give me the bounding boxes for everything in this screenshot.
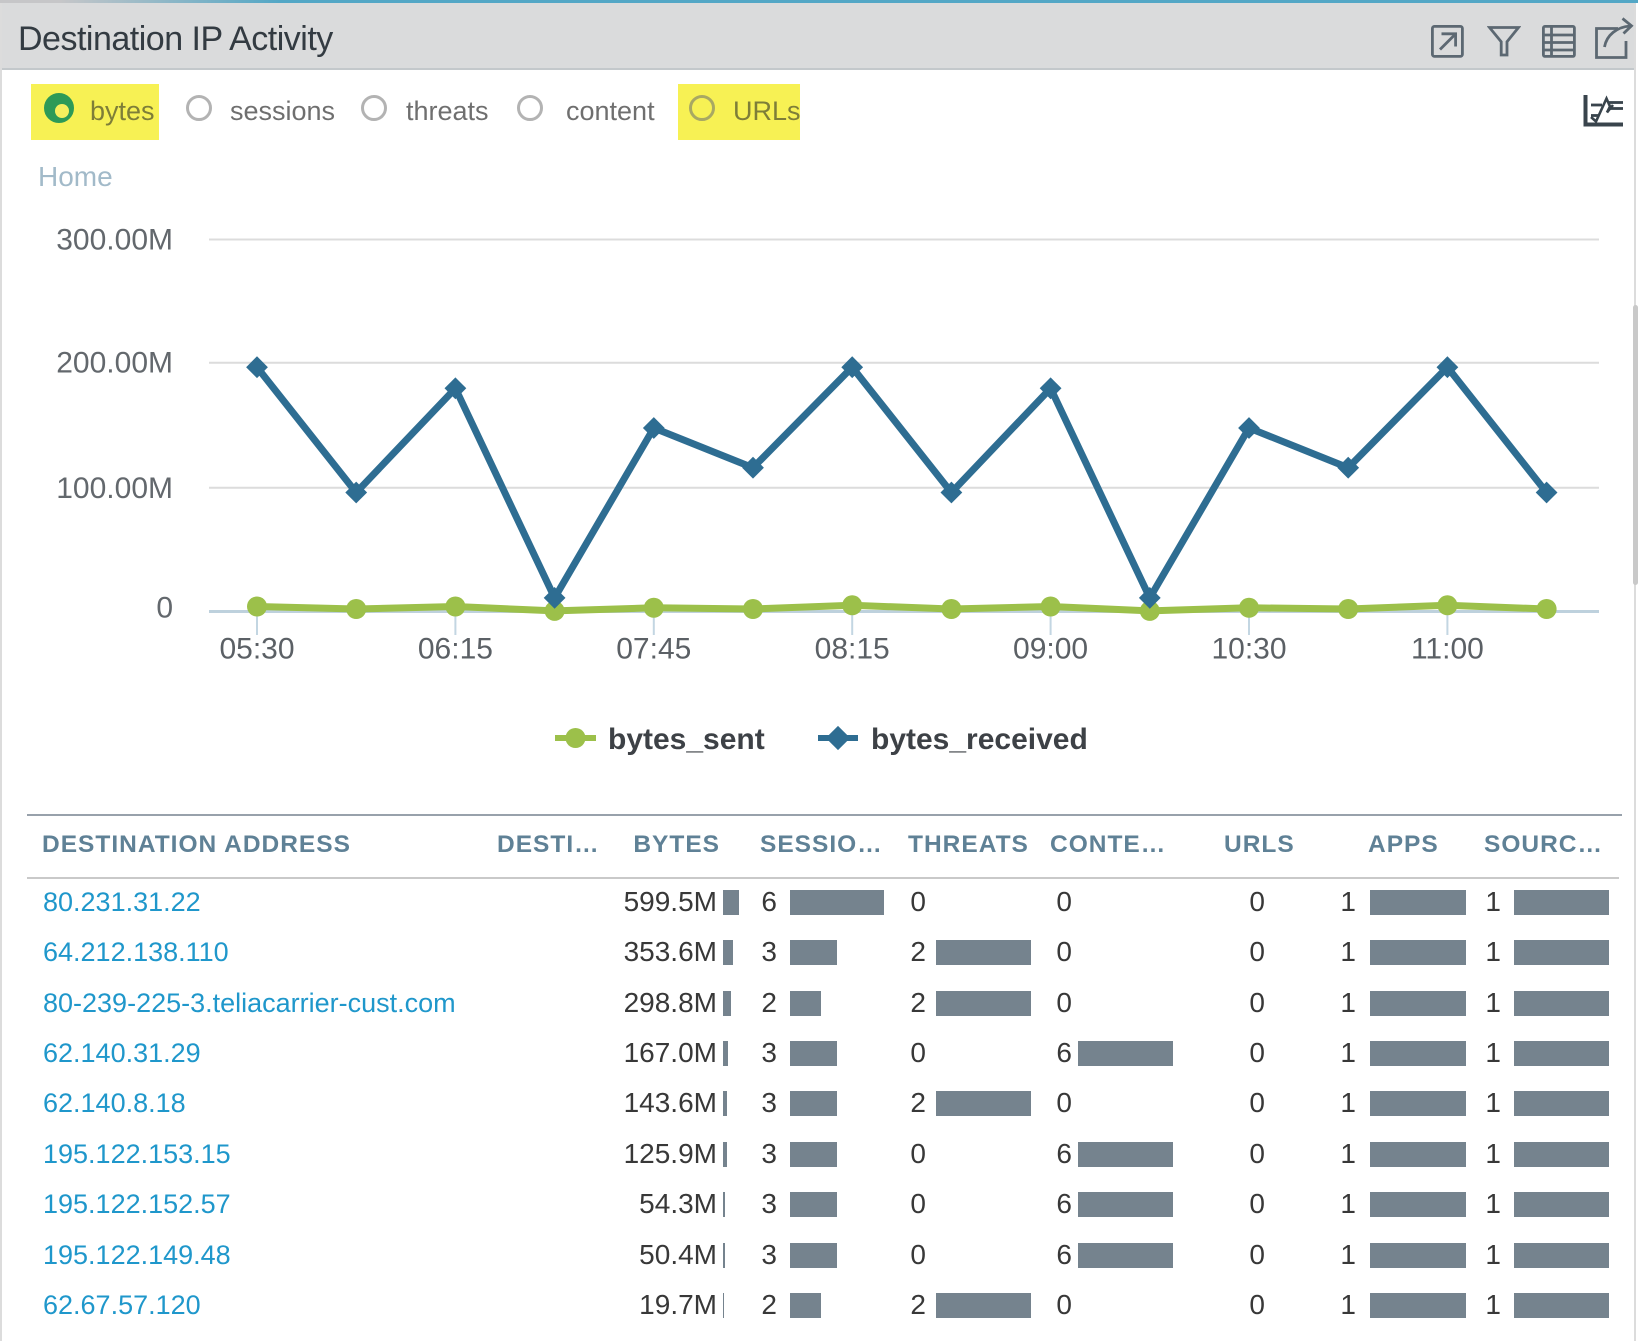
svg-text:09:00: 09:00 <box>1013 633 1088 666</box>
svg-text:300.00M: 300.00M <box>56 224 173 257</box>
svg-text:bytes_received: bytes_received <box>871 723 1088 756</box>
svg-text:05:30: 05:30 <box>219 633 294 666</box>
svg-text:07:45: 07:45 <box>616 633 691 666</box>
svg-text:200.00M: 200.00M <box>56 347 173 380</box>
svg-text:bytes_sent: bytes_sent <box>608 723 765 756</box>
svg-text:06:15: 06:15 <box>418 633 493 666</box>
svg-text:10:30: 10:30 <box>1211 633 1286 666</box>
svg-text:0: 0 <box>156 592 173 625</box>
svg-text:11:00: 11:00 <box>1411 633 1484 666</box>
svg-text:100.00M: 100.00M <box>56 472 173 505</box>
svg-text:08:15: 08:15 <box>815 633 890 666</box>
